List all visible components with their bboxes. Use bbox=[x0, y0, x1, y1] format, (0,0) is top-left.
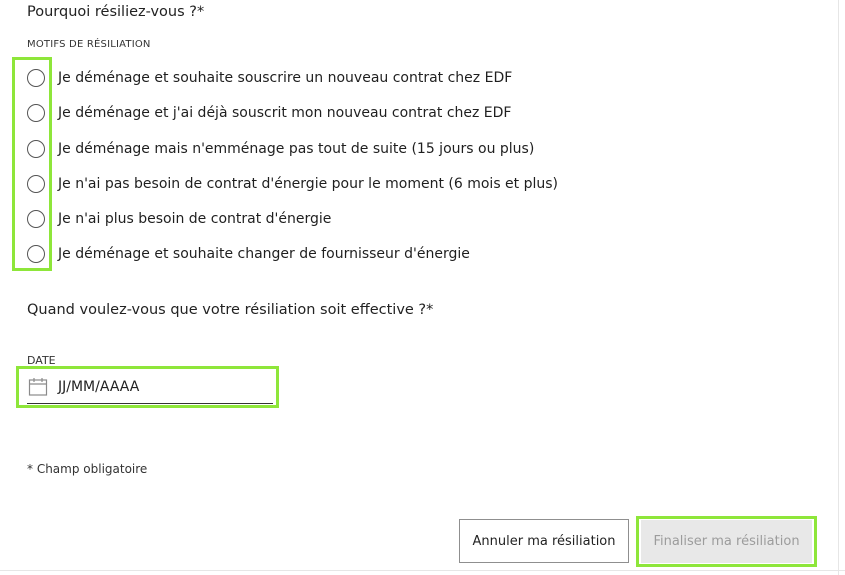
radio-button[interactable] bbox=[27, 140, 45, 158]
reason-option-label: Je déménage et souhaite souscrire un nou… bbox=[58, 70, 513, 86]
reason-option-3[interactable]: Je déménage mais n'emménage pas tout de … bbox=[27, 137, 534, 161]
effective-date-question: Quand voulez-vous que votre résiliation … bbox=[27, 302, 434, 318]
reason-option-label: Je déménage et j'ai déjà souscrit mon no… bbox=[58, 105, 512, 121]
reason-question: Pourquoi résiliez-vous ?* bbox=[27, 4, 205, 20]
finalize-termination-button[interactable]: Finaliser ma résiliation bbox=[641, 520, 812, 563]
radio-button[interactable] bbox=[27, 69, 45, 87]
reason-option-label: Je déménage mais n'emménage pas tout de … bbox=[58, 141, 535, 157]
radio-button[interactable] bbox=[27, 175, 45, 193]
radio-button[interactable] bbox=[27, 245, 45, 263]
reason-option-label: Je n'ai plus besoin de contrat d'énergie bbox=[58, 211, 332, 227]
reason-option-5[interactable]: Je n'ai plus besoin de contrat d'énergie bbox=[27, 207, 331, 231]
reason-option-6[interactable]: Je déménage et souhaite changer de fourn… bbox=[27, 242, 470, 266]
frame-border-right bbox=[838, 0, 839, 575]
frame-border-bottom bbox=[0, 570, 845, 571]
radio-button[interactable] bbox=[27, 210, 45, 228]
reason-option-2[interactable]: Je déménage et j'ai déjà souscrit mon no… bbox=[27, 101, 511, 125]
required-field-note: * Champ obligatoire bbox=[27, 462, 148, 476]
cancel-termination-button[interactable]: Annuler ma résiliation bbox=[459, 519, 629, 563]
date-input[interactable]: JJ/MM/AAAA bbox=[27, 370, 273, 404]
reason-option-label: Je n'ai pas besoin de contrat d'énergie … bbox=[58, 176, 559, 192]
reason-option-1[interactable]: Je déménage et souhaite souscrire un nou… bbox=[27, 66, 512, 90]
date-placeholder: JJ/MM/AAAA bbox=[58, 378, 140, 395]
reasons-section-label: MOTIFS DE RÉSILIATION bbox=[27, 39, 151, 50]
radio-button[interactable] bbox=[27, 104, 45, 122]
calendar-icon[interactable] bbox=[28, 377, 48, 397]
reason-option-label: Je déménage et souhaite changer de fourn… bbox=[58, 246, 470, 262]
reason-option-4[interactable]: Je n'ai pas besoin de contrat d'énergie … bbox=[27, 172, 558, 196]
